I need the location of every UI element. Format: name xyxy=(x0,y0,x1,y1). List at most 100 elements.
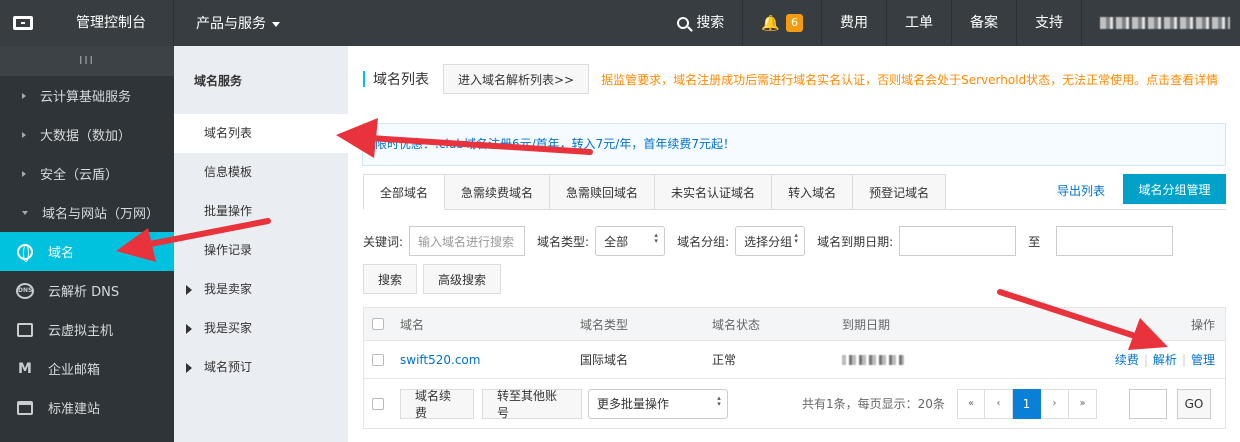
domain-type-cell: 国际域名 xyxy=(580,353,629,367)
subnav-item-domain-list[interactable]: 域名列表 xyxy=(174,114,348,153)
expiry-start-date-input[interactable] xyxy=(899,226,1017,256)
search-label: 搜索 xyxy=(696,15,725,31)
column-header-actions: 操作 xyxy=(1190,317,1215,332)
last-page-button[interactable]: » xyxy=(1069,388,1097,419)
billing-link[interactable]: 费用 xyxy=(821,0,886,46)
products-and-services-menu[interactable]: 产品与服务 xyxy=(174,13,314,33)
renew-action-link[interactable]: 续费 xyxy=(1115,351,1139,368)
subnav-item-info-template[interactable]: 信息模板 xyxy=(174,153,348,192)
subnav-group-label: 域名预订 xyxy=(204,360,253,374)
dns-icon: DNS xyxy=(16,282,34,300)
promo-banner[interactable]: 限时优惠：.club域名注册6元/首年，转入7元/年，首年续费7元起！ xyxy=(362,123,1226,166)
transfer-account-button[interactable]: 转至其他账号 xyxy=(482,388,582,420)
sidebar-toggle[interactable]: III xyxy=(0,46,174,76)
mail-icon: M xyxy=(18,360,32,377)
prev-page-button[interactable]: ‹ xyxy=(985,388,1013,419)
export-list-link[interactable]: 导出列表 xyxy=(1057,182,1105,199)
go-button[interactable]: GO xyxy=(1177,388,1211,419)
pagination: « ‹ 1 › » GO xyxy=(957,388,1211,419)
manage-action-link[interactable]: 管理 xyxy=(1191,351,1215,368)
expiry-date-cell xyxy=(842,354,904,365)
sidebar-item-dns[interactable]: DNS 云解析 DNS xyxy=(0,271,174,310)
subnav-item-op-log[interactable]: 操作记录 xyxy=(174,231,348,270)
domain-type-select[interactable]: 全部 xyxy=(595,226,666,256)
notifications-button[interactable]: 🔔 6 xyxy=(742,0,821,46)
row-checkbox[interactable] xyxy=(372,353,384,366)
chevron-down-icon xyxy=(272,21,280,27)
sidebar-item-virtual-host[interactable]: 云虚拟主机 xyxy=(0,310,174,349)
keyword-search-input[interactable]: 输入域名进行搜索 xyxy=(409,226,526,256)
chevron-right-icon xyxy=(22,170,26,177)
support-link[interactable]: 支持 xyxy=(1016,0,1081,46)
tab-pre-registered[interactable]: 预登记域名 xyxy=(853,174,947,210)
domain-status-cell: 正常 xyxy=(712,353,737,367)
keyword-label: 关键词: xyxy=(363,234,404,249)
sidebar-item-label: 企业邮箱 xyxy=(48,363,101,378)
products-label: 产品与服务 xyxy=(196,16,266,32)
caret-right-icon xyxy=(186,323,192,334)
subnav-group-buyer[interactable]: 我是买家 xyxy=(174,309,348,348)
date-range-to-label: 至 xyxy=(1028,234,1041,249)
domain-group-manage-button[interactable]: 域名分组管理 xyxy=(1123,174,1226,204)
dns-resolve-action-link[interactable]: 解析 xyxy=(1153,351,1177,368)
domain-group-select[interactable]: 选择分组 xyxy=(735,226,806,256)
select-all-checkbox[interactable] xyxy=(372,318,384,330)
expiry-date-label: 域名到期日期: xyxy=(817,234,894,249)
search-button[interactable]: 搜索 xyxy=(659,0,742,46)
sidebar-item-enterprise-mail[interactable]: M 企业邮箱 xyxy=(0,349,174,388)
sidebar-item-label: 云解析 DNS xyxy=(48,285,120,300)
site-icon xyxy=(16,399,34,417)
sidebar-item-site-builder[interactable]: 标准建站 xyxy=(0,388,174,427)
action-separator: | xyxy=(1143,352,1148,367)
notification-badge: 6 xyxy=(786,14,803,32)
action-separator: | xyxy=(1181,352,1186,367)
server-icon xyxy=(16,321,34,339)
subnav-group-reservation[interactable]: 域名预订 xyxy=(174,348,348,387)
next-page-button[interactable]: › xyxy=(1041,388,1069,419)
table-row: swift520.com 国际域名 正常 续费 | 解析 | 管理 xyxy=(363,341,1226,379)
tab-redeem-urgent[interactable]: 急需赎回域名 xyxy=(550,174,656,210)
caret-right-icon xyxy=(186,284,192,295)
tab-transfer-in[interactable]: 转入域名 xyxy=(772,174,854,210)
page-title: 域名列表 xyxy=(373,72,429,88)
domain-tabs: 全部域名 急需续费域名 急需赎回域名 未实名认证域名 转入域名 预登记域名 xyxy=(363,174,947,210)
ticket-link[interactable]: 工单 xyxy=(886,0,951,46)
user-account-menu[interactable] xyxy=(1081,0,1240,46)
title-accent-bar xyxy=(363,71,365,87)
page-number-input[interactable] xyxy=(1129,388,1167,419)
sidebar-group-security[interactable]: 安全（云盾） xyxy=(0,154,174,193)
domain-name-link[interactable]: swift520.com xyxy=(400,353,480,367)
tab-all-domains[interactable]: 全部域名 xyxy=(363,174,446,210)
subnav-group-seller[interactable]: 我是卖家 xyxy=(174,270,348,309)
page-1-button[interactable]: 1 xyxy=(1013,388,1041,419)
subnav-item-batch-ops[interactable]: 批量操作 xyxy=(174,192,348,231)
domain-group-label: 域名分组: xyxy=(677,234,730,249)
real-name-warning-link[interactable]: 据监管要求，域名注册成功后需进行域名实名认证，否则域名会处于Serverhold… xyxy=(601,71,1218,88)
batch-renew-button[interactable]: 域名续费 xyxy=(400,388,474,420)
sidebar-group-label: 域名与网站（万网） xyxy=(42,207,160,222)
sidebar-group-cloud-computing[interactable]: 云计算基础服务 xyxy=(0,76,174,115)
record-link[interactable]: 备案 xyxy=(951,0,1016,46)
more-batch-ops-select[interactable]: 更多批量操作 xyxy=(588,388,728,419)
advanced-search-button[interactable]: 高级搜索 xyxy=(423,264,502,294)
chevron-right-icon xyxy=(22,92,26,99)
expiry-end-date-input[interactable] xyxy=(1056,226,1174,256)
subnav-group-label: 我是卖家 xyxy=(204,282,253,296)
tab-renew-urgent[interactable]: 急需续费域名 xyxy=(445,174,551,210)
sidebar-item-domain[interactable]: 域名 xyxy=(0,232,174,271)
pagination-summary: 共有1条，每页显示：20条 xyxy=(802,397,945,411)
column-header-type: 域名类型 xyxy=(580,317,629,332)
sidebar-group-domains-websites[interactable]: 域名与网站（万网） xyxy=(0,193,174,232)
tab-unverified[interactable]: 未实名认证域名 xyxy=(655,174,773,210)
search-submit-button[interactable]: 搜索 xyxy=(363,264,418,294)
chevron-right-icon xyxy=(22,131,26,138)
aliyun-logo-icon[interactable] xyxy=(0,0,46,46)
domain-table: 域名 域名类型 域名状态 到期日期 操作 swift520.com 国际域名 正… xyxy=(363,307,1226,429)
top-navigation-bar: 管理控制台 产品与服务 搜索 🔔 6 费用 工单 备案 支持 xyxy=(0,0,1240,46)
sidebar-group-big-data[interactable]: 大数据（数加） xyxy=(0,115,174,154)
sidebar-group-label: 安全（云盾） xyxy=(40,168,119,183)
footer-select-all-checkbox[interactable] xyxy=(372,397,384,410)
console-title[interactable]: 管理控制台 xyxy=(46,0,174,46)
first-page-button[interactable]: « xyxy=(957,388,985,419)
enter-dns-list-button[interactable]: 进入域名解析列表>> xyxy=(443,64,590,94)
